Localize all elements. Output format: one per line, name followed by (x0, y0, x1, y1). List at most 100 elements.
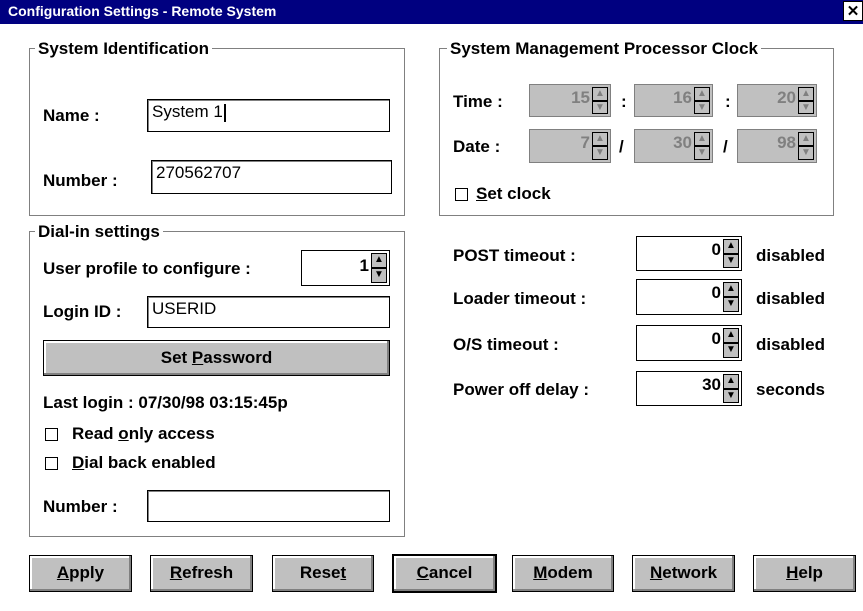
read-only-label-post: nly access (128, 424, 215, 443)
down-arrow-icon[interactable]: ▼ (723, 297, 739, 312)
system-identification-legend: System Identification (35, 39, 212, 59)
apply-mnemonic: A (56, 563, 70, 582)
down-arrow-icon[interactable]: ▼ (723, 253, 739, 268)
name-label: Name : (43, 106, 100, 125)
time-separator: : (621, 92, 627, 111)
os-timeout-spinner[interactable]: 0 ▲ ▼ (636, 325, 742, 361)
up-arrow-icon: ▲ (592, 132, 608, 146)
network-mnemonic: N (649, 563, 663, 582)
time-minutes-spinner: 16 ▲ ▼ (634, 84, 713, 117)
modem-button[interactable]: Modem (512, 555, 614, 592)
title-bar: Configuration Settings - Remote System ✕ (0, 0, 863, 24)
number-field[interactable]: 270562707 (151, 160, 392, 194)
date-label: Date : (453, 137, 501, 156)
set-password-button[interactable]: Set Password (43, 340, 390, 376)
read-only-label-pre: Read (72, 424, 119, 443)
set-clock-checkbox[interactable] (455, 188, 468, 201)
refresh-label: efresh (182, 563, 234, 582)
post-timeout-label: POST timeout : (453, 246, 576, 265)
date-separator: / (619, 137, 624, 156)
time-minutes-value: 16 (673, 88, 692, 107)
time-hours-value: 15 (571, 88, 590, 107)
dial-back-label-mnemonic: D (72, 453, 85, 472)
power-off-delay-label: Power off delay : (453, 380, 590, 399)
dial-back-label[interactable]: Dial back enabled (72, 453, 216, 473)
loader-timeout-label: Loader timeout : (453, 289, 587, 308)
help-button[interactable]: Help (753, 555, 856, 592)
date-month-spinner: 7 ▲ ▼ (529, 129, 611, 163)
up-arrow-icon[interactable]: ▲ (723, 282, 739, 297)
date-year-value: 98 (777, 133, 796, 152)
post-timeout-value: 0 (711, 240, 721, 259)
down-arrow-icon: ▼ (798, 100, 814, 114)
set-password-label-post: assword (203, 348, 273, 367)
reset-button[interactable]: Reset (272, 555, 374, 592)
login-id-field[interactable]: USERID (147, 296, 390, 328)
down-arrow-icon: ▼ (798, 146, 814, 160)
os-timeout-value: 0 (711, 329, 721, 348)
read-only-label-mnemonic: o (118, 424, 129, 443)
loader-timeout-spinner[interactable]: 0 ▲ ▼ (636, 279, 742, 315)
os-timeout-unit: disabled (756, 335, 825, 354)
time-hours-spinner: 15 ▲ ▼ (529, 84, 611, 117)
time-seconds-spinner: 20 ▲ ▼ (737, 84, 817, 117)
time-label: Time : (453, 92, 503, 111)
os-timeout-label: O/S timeout : (453, 335, 559, 354)
dialback-number-field[interactable] (147, 490, 390, 522)
down-arrow-icon: ▼ (592, 146, 608, 160)
date-day-value: 30 (673, 133, 692, 152)
up-arrow-icon[interactable]: ▲ (371, 253, 387, 268)
set-password-label-mnemonic: P (191, 348, 204, 367)
dial-back-label-post: ial back enabled (84, 453, 216, 472)
power-off-delay-value: 30 (702, 375, 721, 394)
reset-mnemonic: t (340, 563, 347, 582)
help-mnemonic: H (786, 563, 799, 582)
up-arrow-icon: ▲ (592, 87, 608, 101)
set-clock-label-post: et clock (487, 184, 551, 203)
power-off-delay-unit: seconds (756, 380, 825, 399)
power-off-delay-spinner[interactable]: 30 ▲ ▼ (636, 371, 742, 406)
read-only-checkbox[interactable] (45, 428, 58, 441)
clock-legend: System Management Processor Clock (447, 39, 762, 59)
cancel-label: ancel (428, 563, 473, 582)
down-arrow-icon[interactable]: ▼ (723, 388, 739, 403)
number-label: Number : (43, 171, 118, 190)
post-timeout-spinner[interactable]: 0 ▲ ▼ (636, 236, 742, 271)
modem-label: odem (547, 563, 593, 582)
dial-back-checkbox[interactable] (45, 457, 58, 470)
cancel-mnemonic: C (416, 563, 429, 582)
name-field[interactable]: System 1 (147, 99, 390, 132)
text-caret (223, 103, 226, 122)
post-timeout-unit: disabled (756, 246, 825, 265)
date-month-value: 7 (580, 133, 590, 152)
down-arrow-icon[interactable]: ▼ (723, 343, 739, 358)
up-arrow-icon: ▲ (798, 87, 814, 101)
up-arrow-icon[interactable]: ▲ (723, 239, 739, 254)
down-arrow-icon: ▼ (694, 100, 710, 114)
refresh-button[interactable]: Refresh (150, 555, 253, 592)
apply-button[interactable]: Apply (29, 555, 132, 592)
up-arrow-icon[interactable]: ▲ (723, 328, 739, 343)
loader-timeout-unit: disabled (756, 289, 825, 308)
date-day-spinner: 30 ▲ ▼ (634, 129, 713, 163)
user-profile-value: 1 (359, 256, 369, 275)
close-icon[interactable]: ✕ (843, 1, 863, 21)
loader-timeout-value: 0 (711, 283, 721, 302)
up-arrow-icon: ▲ (798, 132, 814, 146)
network-button[interactable]: Network (632, 555, 735, 592)
cancel-button[interactable]: Cancel (392, 554, 497, 593)
read-only-label[interactable]: Read only access (72, 424, 215, 444)
refresh-mnemonic: R (169, 563, 183, 582)
set-clock-label[interactable]: Set clock (476, 184, 551, 204)
dialin-legend: Dial-in settings (35, 222, 163, 242)
down-arrow-icon[interactable]: ▼ (371, 268, 387, 283)
set-clock-label-mnemonic: S (476, 184, 488, 203)
down-arrow-icon: ▼ (694, 146, 710, 160)
modem-mnemonic: M (533, 563, 548, 582)
last-login-text: Last login : 07/30/98 03:15:45p (43, 393, 288, 412)
user-profile-spinner[interactable]: 1 ▲ ▼ (301, 250, 390, 286)
network-label: etwork (662, 563, 718, 582)
reset-label: Rese (299, 563, 341, 582)
up-arrow-icon[interactable]: ▲ (723, 374, 739, 389)
name-field-value: System 1 (152, 102, 223, 121)
